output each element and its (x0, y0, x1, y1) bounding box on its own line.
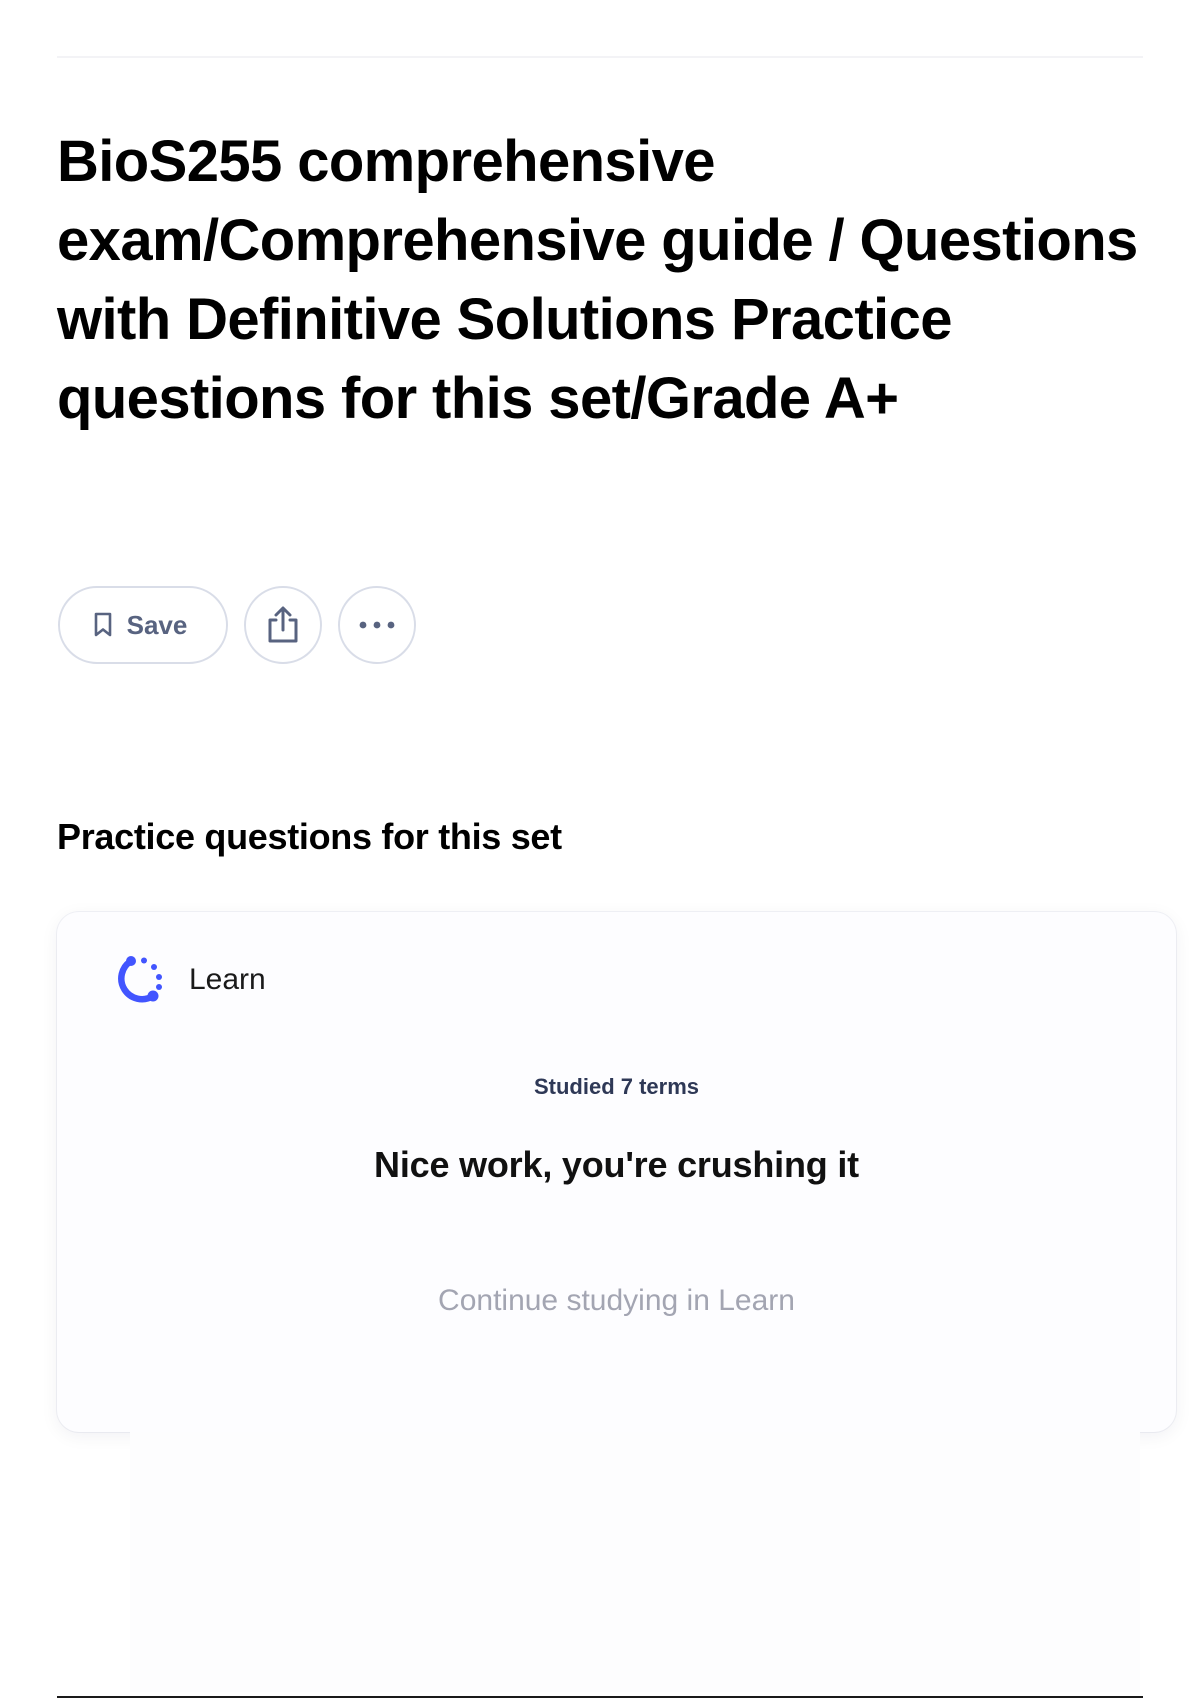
encouragement-message: Nice work, you're crushing it (374, 1144, 859, 1185)
learn-card: Learn Studied 7 terms Nice work, you're … (57, 912, 1176, 1432)
set-actions: Save (58, 586, 416, 664)
top-divider (57, 56, 1143, 58)
page-title: BioS255 comprehensive exam/Comprehensive… (57, 129, 1138, 431)
bookmark-icon (94, 612, 111, 637)
bottom-rule (57, 1696, 1143, 1698)
learn-mode-label: Learn (189, 963, 266, 996)
share-icon (268, 606, 298, 643)
save-button-label: Save (126, 609, 188, 640)
learn-progress-icon (118, 956, 162, 1003)
studied-count-text: Studied 7 terms (533, 1074, 700, 1099)
background-panel (130, 1432, 1140, 1692)
more-options-button[interactable] (338, 586, 416, 664)
learn-mode-header: Learn (109, 950, 266, 1010)
practice-section-heading: Practice questions for this set (57, 816, 562, 857)
more-horizontal-icon (359, 621, 395, 629)
share-button[interactable] (244, 586, 322, 664)
save-button[interactable]: Save (58, 586, 228, 664)
continue-studying-link[interactable]: Continue studying in Learn (57, 1284, 1176, 1318)
